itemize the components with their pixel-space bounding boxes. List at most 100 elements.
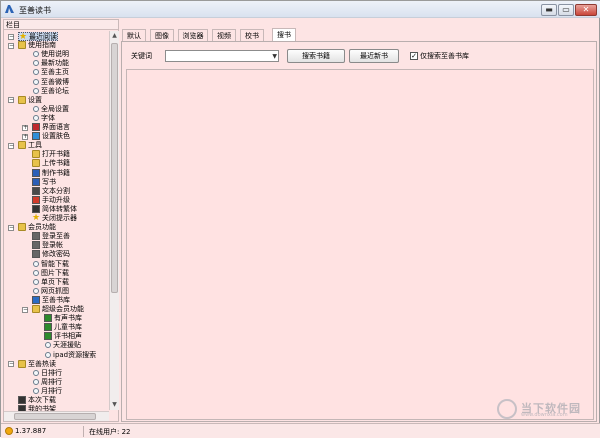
app-window: 至善读书 ▬ ▭ ✕ 栏目 − ★ 最近阅读 − 使用指南 使用说明 最新功能 至善主页 至善微…	[0, 0, 600, 438]
tree-item-label: ipad资源搜索	[53, 350, 97, 359]
vertical-scroll-thumb[interactable]	[111, 43, 118, 293]
tree-toggle-icon[interactable]: −	[8, 224, 14, 231]
only-zhishan-checkbox[interactable]: ✓	[410, 52, 418, 60]
tree-vertical-scrollbar[interactable]: ▲ ▼	[109, 31, 119, 410]
tree-toggle-icon[interactable]: −	[8, 97, 14, 104]
scroll-up-arrow-icon[interactable]: ▲	[110, 31, 119, 41]
tree-item[interactable]: 文本分割	[32, 186, 70, 196]
tree-item[interactable]: ★ 最近阅读	[18, 32, 58, 42]
tree-item[interactable]: ★ 关闭提示器	[32, 214, 77, 223]
tree-item[interactable]: 打开书籍	[32, 150, 70, 159]
tree-item-label: 打开书籍	[42, 150, 70, 159]
tree-item[interactable]: 至善书库	[32, 295, 70, 305]
tree-item[interactable]: 单页下载	[32, 278, 69, 287]
tree-item-label: 最近阅读	[29, 33, 57, 41]
tree-item[interactable]: 手动升级	[32, 195, 70, 205]
tree-item[interactable]: 最新功能	[32, 59, 69, 68]
tree-item-label: 智能下载	[41, 259, 69, 268]
maximize-button[interactable]: ▭	[558, 4, 574, 16]
checkmark-icon: ✓	[411, 52, 417, 60]
tree-horizontal-scrollbar[interactable]	[4, 411, 109, 421]
tree-item[interactable]: 日排行	[32, 369, 62, 378]
tool-icon	[32, 195, 40, 204]
status-separator	[83, 426, 84, 437]
folder-icon	[18, 95, 26, 104]
tree-toggle-icon[interactable]: −	[8, 33, 14, 40]
close-button[interactable]: ✕	[575, 4, 597, 16]
tree-item[interactable]: 至善论坛	[32, 87, 69, 96]
dropdown-arrow-icon[interactable]: ▼	[272, 53, 277, 60]
magnifier-icon	[33, 369, 39, 376]
horizontal-scroll-thumb[interactable]	[14, 413, 96, 420]
tree-item[interactable]: 图片下载	[32, 269, 69, 278]
tree-item[interactable]: 有声书库	[44, 314, 82, 323]
tree-item[interactable]: 上传书籍	[32, 159, 70, 168]
magnifier-icon	[33, 105, 39, 112]
tree-toggle-icon[interactable]: +	[22, 133, 28, 140]
tree-item[interactable]: 使用指南	[18, 41, 56, 50]
tree-item-label: 单页下载	[41, 277, 69, 286]
tree-item-label: 登录至善	[42, 232, 70, 241]
tool-icon	[18, 396, 26, 404]
tree-item[interactable]: 写书	[32, 177, 56, 187]
category-pane: 栏目 − ★ 最近阅读 − 使用指南 使用说明 最新功能 至善主页 至善微博 至善论坛 − 设置 全局设…	[3, 19, 119, 422]
tree-item-label: 写书	[42, 177, 56, 186]
search-books-button[interactable]: 搜索书籍	[287, 49, 345, 63]
tree-item[interactable]: 设置肤色	[32, 132, 70, 141]
magnifier-icon	[33, 287, 39, 294]
tree-item[interactable]: 登录帐	[32, 241, 63, 250]
tree-item[interactable]: 智能下载	[32, 260, 69, 269]
tree-toggle-icon[interactable]: −	[8, 361, 14, 368]
tool-icon	[32, 204, 40, 213]
tree-item[interactable]: 界面语言	[32, 123, 70, 132]
tree-item[interactable]: 周排行	[32, 378, 62, 387]
tool-icon	[32, 295, 40, 304]
tree-item[interactable]: 会员功能	[18, 223, 56, 232]
tree-item-label: 至善主页	[41, 68, 69, 77]
tree-item[interactable]: 使用说明	[32, 50, 69, 59]
star-icon: ★	[32, 213, 41, 223]
tree-item[interactable]: 网页抓图	[32, 287, 69, 296]
tab-3[interactable]: 视频	[212, 29, 236, 41]
magnifier-icon	[45, 342, 51, 349]
tree-item[interactable]: 工具	[18, 141, 42, 150]
tree-item[interactable]: 超级会员功能	[32, 305, 84, 314]
tree-item[interactable]: 字体	[32, 114, 55, 123]
tree-toggle-icon[interactable]: −	[22, 306, 28, 313]
newest-books-button[interactable]: 最近新书	[349, 49, 399, 63]
tree-item[interactable]: 评书相声	[44, 332, 82, 341]
tree-item[interactable]: 本次下载	[18, 396, 56, 405]
tree-item[interactable]: ipad资源搜索	[44, 351, 96, 360]
tree-item[interactable]: 天涯援贴	[44, 341, 81, 350]
tree-toggle-icon[interactable]: +	[22, 124, 28, 131]
tab-2[interactable]: 浏览器	[178, 29, 208, 41]
tree-item[interactable]: 设置	[18, 95, 42, 105]
tree-item[interactable]: 至善微博	[32, 78, 69, 87]
tree-item[interactable]: 至善主页	[32, 68, 69, 77]
tree-item[interactable]: 全局设置	[32, 105, 69, 114]
tree-item-label: 至善热读	[28, 359, 56, 368]
magnifier-icon	[33, 78, 39, 85]
tab-4[interactable]: 校书	[240, 29, 264, 41]
tree-item[interactable]: 至善热读	[18, 359, 56, 369]
minimize-button[interactable]: ▬	[541, 4, 557, 16]
scroll-down-arrow-icon[interactable]: ▼	[110, 400, 119, 410]
tree-item-label: 手动升级	[42, 195, 70, 204]
tree-item-label: 简体转繁体	[42, 204, 77, 213]
tree-toggle-icon[interactable]: −	[8, 142, 14, 149]
tab-1[interactable]: 图像	[150, 29, 174, 41]
results-area[interactable]	[126, 69, 594, 420]
tree-item[interactable]: 月排行	[32, 387, 62, 396]
keyword-combobox[interactable]: ▼	[165, 50, 279, 62]
tree-item[interactable]: 制作书籍	[32, 168, 70, 178]
tree-item[interactable]: 儿童书库	[44, 323, 82, 332]
tab-0[interactable]: 默认	[122, 29, 146, 41]
tab-5[interactable]: 搜书	[272, 28, 296, 41]
tree-item-label: 日排行	[41, 368, 62, 377]
tool-icon	[32, 123, 40, 131]
tree-toggle-icon[interactable]: −	[8, 42, 14, 49]
tree-item[interactable]: 修改密码	[32, 250, 70, 259]
tree-item-label: 上传书籍	[42, 159, 70, 168]
watermark-logo: 当下软件园 www.downxia.com	[497, 399, 597, 421]
tree-item[interactable]: 登录至善	[32, 232, 70, 241]
